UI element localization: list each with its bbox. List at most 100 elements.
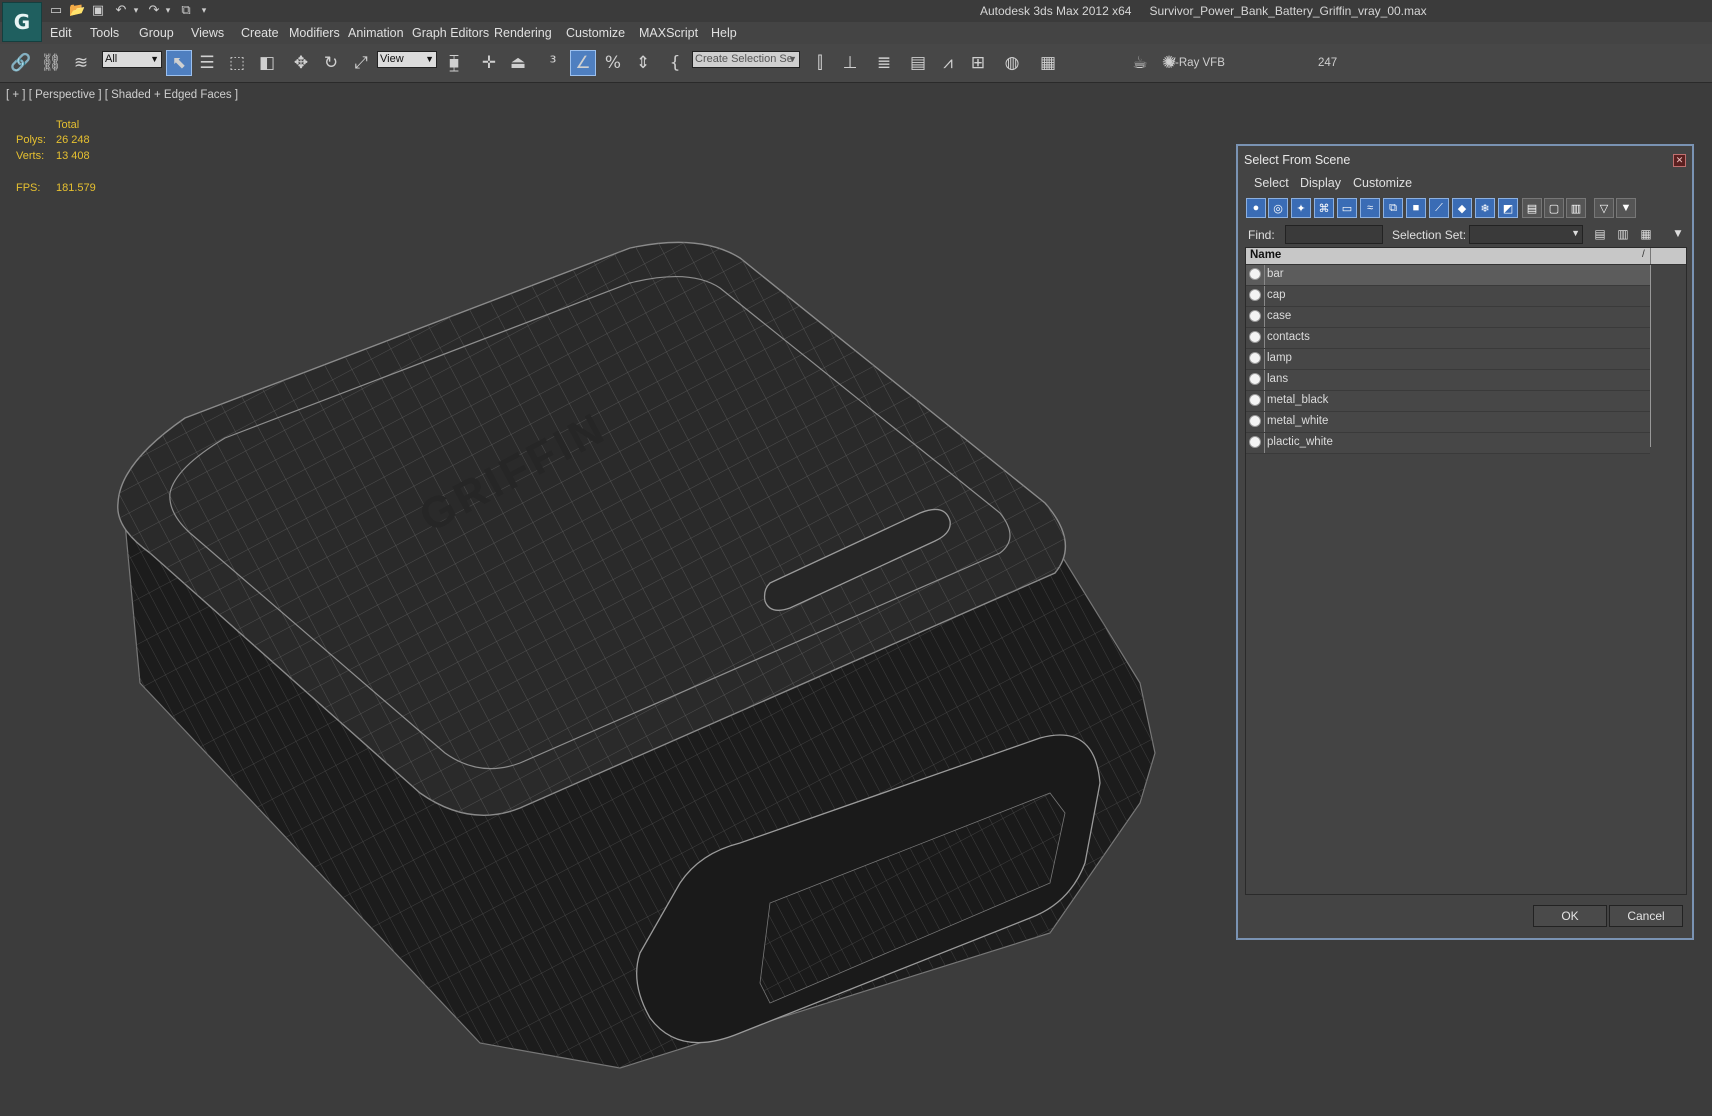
dialog-menu-display[interactable]: Display <box>1300 176 1341 190</box>
edit-named-selection-icon[interactable]: { <box>662 50 688 76</box>
material-editor-icon[interactable]: ◍ <box>999 50 1025 76</box>
menu-animation[interactable]: Animation <box>348 26 404 40</box>
unlink-icon[interactable]: ⛓ <box>38 50 64 76</box>
display-cameras-icon[interactable]: ⌘ <box>1314 198 1334 218</box>
window-crossing-icon[interactable]: ◧ <box>254 50 280 76</box>
list-item[interactable]: lans <box>1246 370 1650 391</box>
project-folder-icon[interactable]: ⧉ <box>178 3 194 19</box>
object-name: metal_white <box>1267 415 1329 427</box>
align-icon[interactable]: ⊥ <box>837 50 863 76</box>
display-lights-icon[interactable]: ✦ <box>1291 198 1311 218</box>
menu-help[interactable]: Help <box>711 26 737 40</box>
reference-coordinate-select[interactable]: View ▼ <box>377 51 437 68</box>
chevron-down-icon: ▼ <box>1571 228 1580 238</box>
mirror-icon[interactable]: ⫿ <box>807 50 833 76</box>
menu-customize[interactable]: Customize <box>566 26 625 40</box>
chevron-down-icon: ▼ <box>788 54 797 64</box>
expand-options-icon[interactable]: ▼ <box>1670 226 1686 242</box>
list-item[interactable]: contacts <box>1246 328 1650 349</box>
title-bar: ▭ 📂 ▣ ↶ ▾ ↷ ▾ ⧉ ▾ Autodesk 3ds Max 2012 … <box>0 0 1712 22</box>
graphite-modeling-tools-icon[interactable]: ▤ <box>905 50 931 76</box>
pivot-center-icon[interactable]: ⧯ <box>441 50 467 76</box>
list-item[interactable]: case <box>1246 307 1650 328</box>
vray-light-icon[interactable]: ✺ <box>1156 50 1182 76</box>
keyboard-shortcut-override-icon[interactable]: ⏏ <box>505 50 531 76</box>
move-icon[interactable]: ✥ <box>288 50 314 76</box>
scale-icon[interactable]: ⤢ <box>348 50 374 76</box>
menu-modifiers[interactable]: Modifiers <box>289 26 340 40</box>
cancel-button[interactable]: Cancel <box>1609 905 1683 927</box>
rotate-icon[interactable]: ↻ <box>318 50 344 76</box>
render-teapot-icon[interactable]: ☕ <box>1127 50 1153 76</box>
list-item[interactable]: metal_black <box>1246 391 1650 412</box>
list-item[interactable]: bar <box>1246 265 1650 286</box>
filter-options-icon[interactable]: ▼ <box>1616 198 1636 218</box>
list-item[interactable]: lamp <box>1246 349 1650 370</box>
selection-set-dropdown[interactable]: ▼ <box>1469 225 1583 244</box>
select-object-icon[interactable]: ⬉ <box>166 50 192 76</box>
link-icon[interactable]: 🔗 <box>8 50 34 76</box>
undo-icon[interactable]: ↶ <box>113 3 129 19</box>
menu-edit[interactable]: Edit <box>50 26 72 40</box>
angle-snap-icon[interactable]: ∠ <box>570 50 596 76</box>
redo-dropdown-icon[interactable]: ▾ <box>160 3 176 19</box>
percent-snap-icon[interactable]: % <box>600 50 626 76</box>
chevron-down-icon: ▼ <box>150 54 159 64</box>
rectangular-selection-icon[interactable]: ⬚ <box>224 50 250 76</box>
schematic-view-icon[interactable]: ⊞ <box>965 50 991 76</box>
new-file-icon[interactable]: ▭ <box>48 3 64 19</box>
display-spacewarps-icon[interactable]: ≈ <box>1360 198 1380 218</box>
create-selection-set-icon[interactable]: ▤ <box>1592 226 1608 242</box>
filter-icon[interactable]: ▽ <box>1594 198 1614 218</box>
column-divider[interactable] <box>1650 248 1651 264</box>
named-selection-set-field[interactable]: Create Selection Se ▼ <box>692 51 800 68</box>
dialog-filter-toolbar: ● ◎ ✦ ⌘ ▭ ≈ ⧉ ■ ⟋ ◆ ❄ ◩ ▤ ▢ ▥ ▽ ▼ <box>1246 198 1690 220</box>
undo-dropdown-icon[interactable]: ▾ <box>128 3 144 19</box>
remove-selection-set-icon[interactable]: ▦ <box>1638 226 1654 242</box>
layer-manager-icon[interactable]: ≣ <box>871 50 897 76</box>
select-manipulate-icon[interactable]: ✛ <box>476 50 502 76</box>
select-by-name-icon[interactable]: ☰ <box>194 50 220 76</box>
customize-quick-access-icon[interactable]: ▾ <box>196 3 212 19</box>
close-icon[interactable]: ✕ <box>1673 154 1686 167</box>
menu-create[interactable]: Create <box>241 26 279 40</box>
list-item[interactable]: metal_white <box>1246 412 1650 433</box>
list-item[interactable]: plactic_white <box>1246 433 1650 454</box>
display-invert-icon[interactable]: ▥ <box>1566 198 1586 218</box>
menu-rendering[interactable]: Rendering <box>494 26 552 40</box>
render-setup-icon[interactable]: ▦ <box>1035 50 1061 76</box>
display-geometry-icon[interactable]: ● <box>1246 198 1266 218</box>
menu-views[interactable]: Views <box>191 26 224 40</box>
curve-editor-icon[interactable]: ⩘ <box>935 50 961 76</box>
selection-filter-select[interactable]: All ▼ <box>102 51 162 68</box>
column-header-name[interactable]: Name <box>1250 249 1281 261</box>
display-xrefs-icon[interactable]: ■ <box>1406 198 1426 218</box>
menu-maxscript[interactable]: MAXScript <box>639 26 698 40</box>
dialog-menu-customize[interactable]: Customize <box>1353 176 1412 190</box>
display-hidden-icon[interactable]: ◩ <box>1498 198 1518 218</box>
display-bones-icon[interactable]: ⟋ <box>1429 198 1449 218</box>
display-shapes-icon[interactable]: ◎ <box>1268 198 1288 218</box>
find-input[interactable] <box>1285 225 1383 244</box>
list-item[interactable]: cap <box>1246 286 1650 307</box>
dialog-menu-select[interactable]: Select <box>1254 176 1289 190</box>
display-helpers-icon[interactable]: ▭ <box>1337 198 1357 218</box>
menu-tools[interactable]: Tools <box>90 26 119 40</box>
open-file-icon[interactable]: 📂 <box>69 3 85 19</box>
bind-space-warp-icon[interactable]: ≋ <box>68 50 94 76</box>
spinner-snap-icon[interactable]: ⇕ <box>630 50 656 76</box>
edit-selection-set-icon[interactable]: ▥ <box>1615 226 1631 242</box>
object-name: bar <box>1267 268 1284 280</box>
display-frozen-icon[interactable]: ❄ <box>1475 198 1495 218</box>
snaps-toggle-icon[interactable]: ³ <box>540 50 566 76</box>
save-file-icon[interactable]: ▣ <box>90 3 106 19</box>
display-containers-icon[interactable]: ◆ <box>1452 198 1472 218</box>
display-all-icon[interactable]: ▤ <box>1522 198 1542 218</box>
menu-graph-editors[interactable]: Graph Editors <box>412 26 489 40</box>
display-none-icon[interactable]: ▢ <box>1544 198 1564 218</box>
3ds-max-logo-icon[interactable]: G <box>2 2 42 42</box>
object-name: cap <box>1267 289 1286 301</box>
ok-button[interactable]: OK <box>1533 905 1607 927</box>
menu-group[interactable]: Group <box>139 26 174 40</box>
display-groups-icon[interactable]: ⧉ <box>1383 198 1403 218</box>
